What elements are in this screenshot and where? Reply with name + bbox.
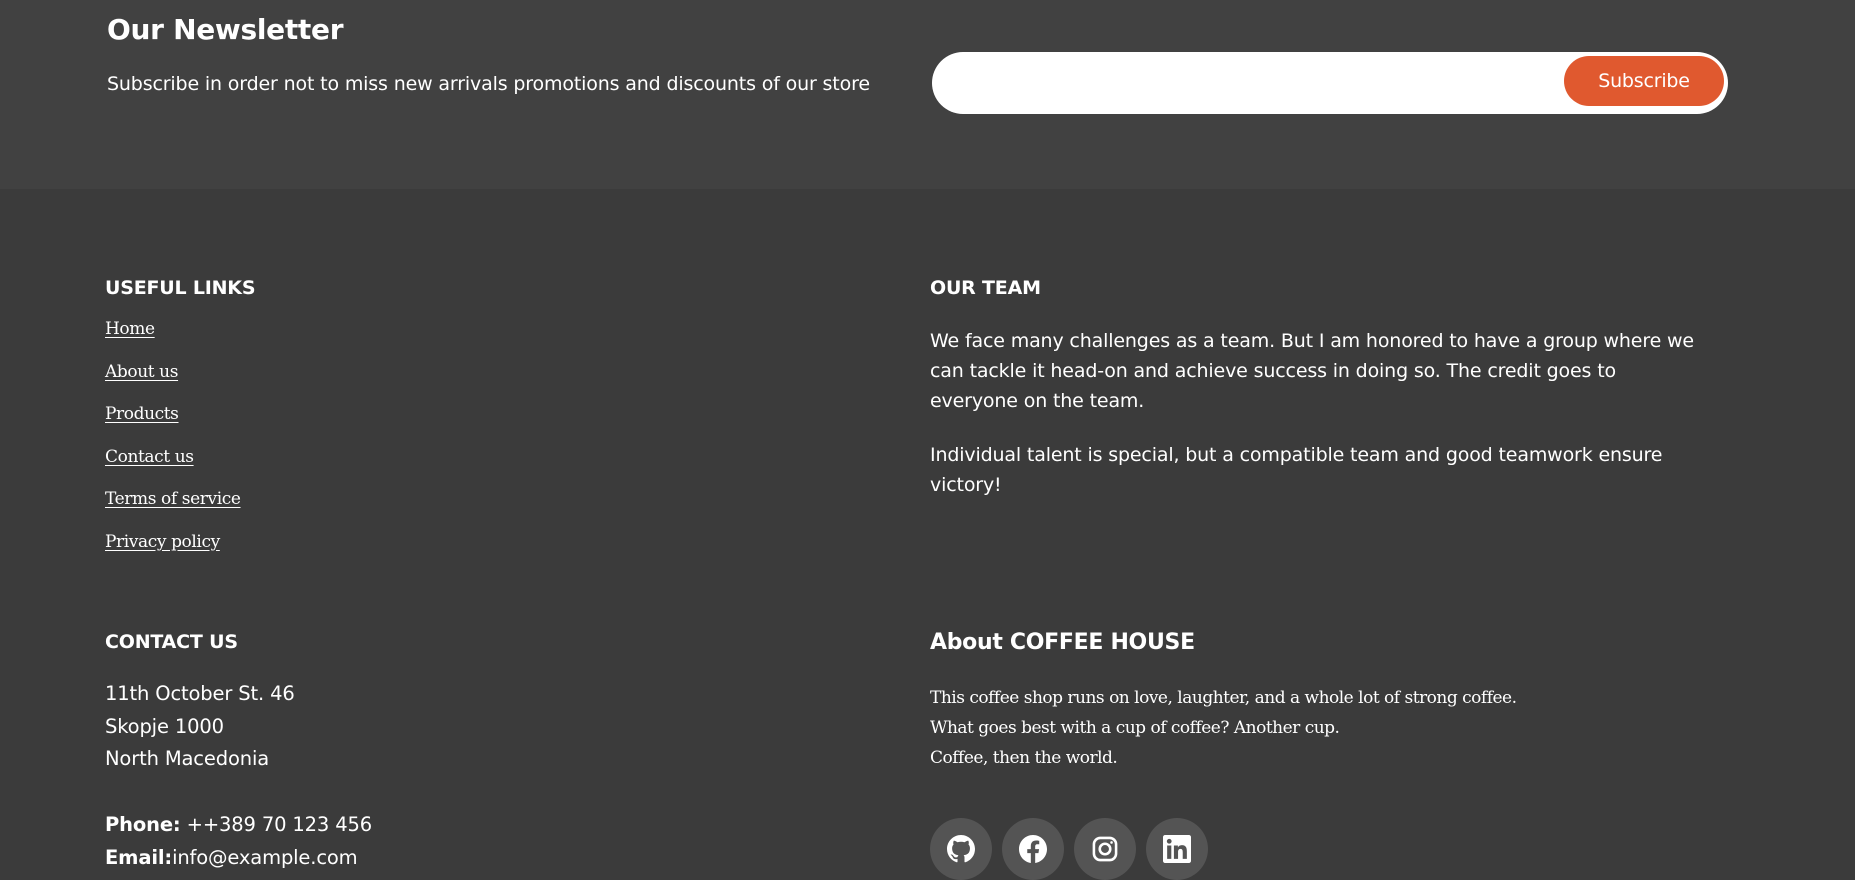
link-home[interactable]: Home: [105, 319, 155, 339]
our-team-paragraph-1: We face many challenges as a team. But I…: [930, 330, 1694, 412]
about-line: Coffee, then the world.: [930, 748, 1118, 768]
facebook-link[interactable]: [1002, 818, 1064, 880]
list-item: Products: [105, 404, 241, 447]
contact-phone: Phone: ++389 70 123 456: [105, 813, 372, 836]
address-line: 11th October St. 46: [105, 682, 295, 705]
phone-label: Phone:: [105, 813, 181, 836]
list-item: Terms of service: [105, 489, 241, 532]
about-line: What goes best with a cup of coffee? Ano…: [930, 718, 1340, 738]
newsletter-email-input[interactable]: [954, 62, 1578, 104]
contact-us-heading: CONTACT US: [105, 631, 238, 653]
contact-address: 11th October St. 46 Skopje 1000 North Ma…: [105, 678, 295, 776]
github-link[interactable]: [930, 818, 992, 880]
about-line: This coffee shop runs on love, laughter,…: [930, 688, 1517, 708]
link-products[interactable]: Products: [105, 404, 179, 424]
contact-email: Email:info@example.com: [105, 846, 358, 869]
address-line: Skopje 1000: [105, 714, 224, 738]
linkedin-link[interactable]: [1146, 818, 1208, 880]
newsletter-title: Our Newsletter: [107, 13, 344, 46]
address-line: North Macedonia: [105, 747, 270, 770]
link-terms-of-service[interactable]: Terms of service: [105, 489, 241, 509]
newsletter-description: Subscribe in order not to miss new arriv…: [107, 73, 870, 95]
instagram-link[interactable]: [1074, 818, 1136, 880]
phone-value: ++389 70 123 456: [186, 813, 373, 836]
newsletter-section: Our Newsletter Subscribe in order not to…: [0, 0, 1855, 189]
useful-links-heading: USEFUL LINKS: [105, 277, 256, 299]
link-contact-us[interactable]: Contact us: [105, 447, 194, 467]
email-value: info@example.com: [172, 846, 358, 869]
list-item: About us: [105, 362, 241, 405]
link-about-us[interactable]: About us: [105, 362, 178, 382]
subscribe-button[interactable]: Subscribe: [1564, 56, 1724, 106]
useful-links-list: Home About us Products Contact us Terms …: [105, 319, 241, 575]
email-label: Email:: [105, 846, 173, 869]
about-heading: About COFFEE HOUSE: [930, 630, 1195, 655]
list-item: Home: [105, 319, 241, 362]
newsletter-form: Subscribe: [932, 52, 1728, 114]
about-text: This coffee shop runs on love, laughter,…: [930, 683, 1517, 773]
our-team-paragraph-2: Individual talent is special, but a comp…: [930, 444, 1663, 496]
list-item: Privacy policy: [105, 532, 241, 575]
our-team-heading: OUR TEAM: [930, 277, 1041, 299]
list-item: Contact us: [105, 447, 241, 490]
link-privacy-policy[interactable]: Privacy policy: [105, 532, 220, 552]
